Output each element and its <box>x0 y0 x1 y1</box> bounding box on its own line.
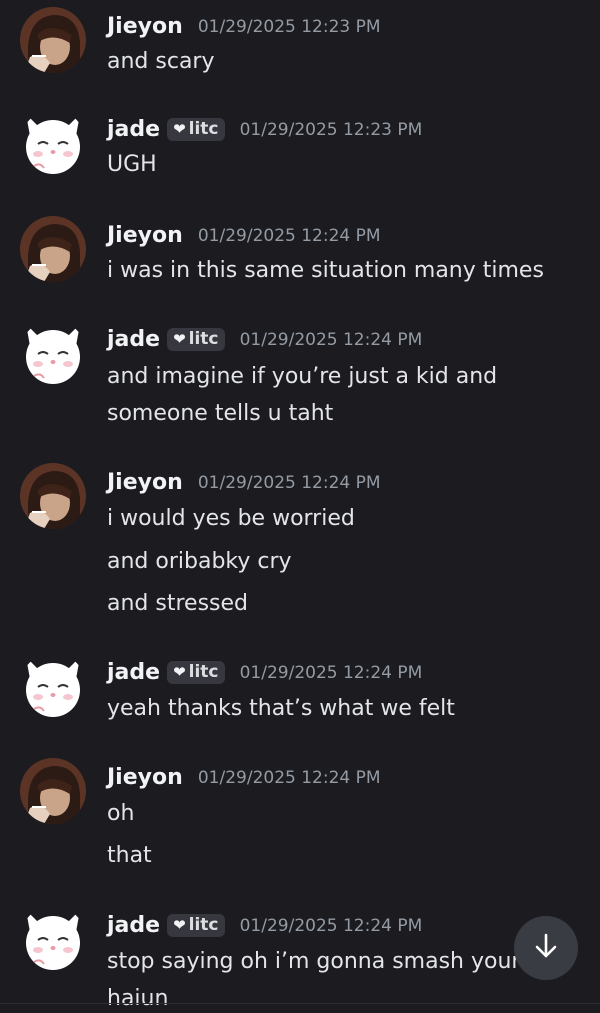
message-text: yeah thanks that’s what we felt <box>107 696 455 721</box>
arrow-down-icon <box>532 932 560 964</box>
avatar-jade[interactable] <box>20 653 86 719</box>
badge-label: litc <box>188 119 219 139</box>
username[interactable]: jade <box>107 913 160 938</box>
avatar-jade[interactable] <box>20 906 86 972</box>
heart-icon: ❤ <box>173 663 186 681</box>
message-text: stop saying oh i’m gonna smash your <box>107 949 521 974</box>
message-text: i would yes be worried <box>107 506 355 531</box>
username[interactable]: Jieyon <box>107 765 183 790</box>
timestamp: 01/29/2025 12:24 PM <box>197 472 381 493</box>
username[interactable]: jade <box>107 660 160 685</box>
timestamp: 01/29/2025 12:23 PM <box>239 119 423 140</box>
heart-icon: ❤ <box>173 330 186 348</box>
avatar-jieyon[interactable] <box>20 216 86 282</box>
message-text: i was in this same situation many times <box>107 258 544 283</box>
badge-label: litc <box>188 329 219 349</box>
message-text: and stressed <box>107 591 248 616</box>
timestamp: 01/29/2025 12:24 PM <box>197 767 381 788</box>
divider <box>0 1003 600 1004</box>
username[interactable]: Jieyon <box>107 470 183 495</box>
username[interactable]: Jieyon <box>107 14 183 39</box>
role-badge[interactable]: ❤ litc <box>167 328 225 351</box>
message-text: UGH <box>107 152 157 177</box>
jump-to-present-button[interactable] <box>514 916 578 980</box>
message-text: someone tells u taht <box>107 401 334 426</box>
timestamp: 01/29/2025 12:24 PM <box>239 662 423 683</box>
timestamp: 01/29/2025 12:24 PM <box>239 329 423 350</box>
message-text: and scary <box>107 49 215 74</box>
heart-icon: ❤ <box>173 120 186 138</box>
message-text: and oribabky cry <box>107 549 292 574</box>
avatar-jieyon[interactable] <box>20 7 86 73</box>
message-text: haiun <box>107 986 169 1011</box>
timestamp: 01/29/2025 12:23 PM <box>197 16 381 37</box>
message-text: oh <box>107 801 135 826</box>
message-text: and imagine if you’re just a kid and <box>107 364 498 389</box>
role-badge[interactable]: ❤ litc <box>167 914 225 937</box>
heart-icon: ❤ <box>173 916 186 934</box>
message-list[interactable]: Jieyon 01/29/2025 12:23 PM and scary jad… <box>0 0 600 1011</box>
badge-label: litc <box>188 662 219 682</box>
username[interactable]: jade <box>107 327 160 352</box>
avatar-jieyon[interactable] <box>20 463 86 529</box>
badge-label: litc <box>188 915 219 935</box>
avatar-jade[interactable] <box>20 320 86 386</box>
avatar-jade[interactable] <box>20 110 86 176</box>
timestamp: 01/29/2025 12:24 PM <box>239 915 423 936</box>
avatar-jieyon[interactable] <box>20 758 86 824</box>
message-text: that <box>107 843 152 868</box>
timestamp: 01/29/2025 12:24 PM <box>197 225 381 246</box>
username[interactable]: jade <box>107 117 160 142</box>
role-badge[interactable]: ❤ litc <box>167 661 225 684</box>
username[interactable]: Jieyon <box>107 223 183 248</box>
role-badge[interactable]: ❤ litc <box>167 118 225 141</box>
